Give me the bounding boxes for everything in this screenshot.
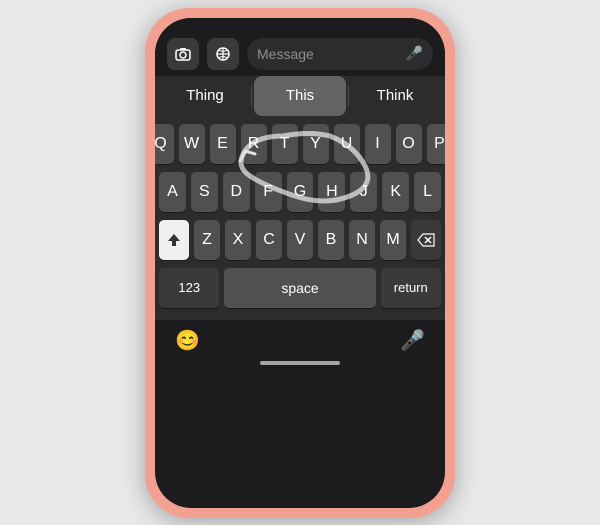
autocomplete-this[interactable]: This	[254, 76, 346, 116]
keyboard-wrapper: Q W E R T Y U I O P A S D F G	[155, 116, 445, 320]
key-d[interactable]: D	[223, 172, 250, 212]
mic-icon-bottom[interactable]: 🎤	[400, 328, 425, 353]
return-key[interactable]: return	[381, 268, 441, 308]
key-o[interactable]: O	[396, 124, 422, 164]
key-k[interactable]: K	[382, 172, 409, 212]
phone-inner: Message 🎤 Thing This Think Q W E R T	[155, 18, 445, 508]
key-g[interactable]: G	[287, 172, 314, 212]
key-p[interactable]: P	[427, 124, 446, 164]
status-bar	[155, 18, 445, 32]
key-x[interactable]: X	[225, 220, 251, 260]
key-y[interactable]: Y	[303, 124, 329, 164]
home-bar	[260, 361, 340, 365]
autocomplete-divider-left	[251, 85, 252, 107]
space-key[interactable]: space	[224, 268, 375, 308]
camera-icon[interactable]	[167, 38, 199, 70]
keyboard-area: Q W E R T Y U I O P A S D F G	[155, 116, 445, 320]
autocomplete-bar: Thing This Think	[155, 76, 445, 116]
top-bar: Message 🎤	[155, 32, 445, 76]
key-f[interactable]: F	[255, 172, 282, 212]
mic-icon-top: 🎤	[406, 45, 423, 62]
key-e[interactable]: E	[210, 124, 236, 164]
message-input-bar[interactable]: Message 🎤	[247, 38, 433, 70]
message-placeholder: Message	[257, 46, 406, 62]
key-j[interactable]: J	[350, 172, 377, 212]
key-b[interactable]: B	[318, 220, 344, 260]
key-s[interactable]: S	[191, 172, 218, 212]
autocomplete-think[interactable]: Think	[349, 76, 441, 116]
key-c[interactable]: C	[256, 220, 282, 260]
keyboard-row-1: Q W E R T Y U I O P	[159, 124, 441, 164]
key-w[interactable]: W	[179, 124, 205, 164]
key-z[interactable]: Z	[194, 220, 220, 260]
key-h[interactable]: H	[318, 172, 345, 212]
key-i[interactable]: I	[365, 124, 391, 164]
home-indicator	[155, 357, 445, 373]
phone-frame: Message 🎤 Thing This Think Q W E R T	[145, 8, 455, 518]
key-v[interactable]: V	[287, 220, 313, 260]
key-a[interactable]: A	[159, 172, 186, 212]
keyboard-row-4: 123 space return	[159, 268, 441, 308]
delete-key[interactable]	[411, 220, 441, 260]
autocomplete-thing[interactable]: Thing	[159, 76, 251, 116]
keyboard-row-2: A S D F G H J K L	[159, 172, 441, 212]
key-n[interactable]: N	[349, 220, 375, 260]
apps-icon[interactable]	[207, 38, 239, 70]
key-r[interactable]: R	[241, 124, 267, 164]
key-m[interactable]: M	[380, 220, 406, 260]
shift-key[interactable]	[159, 220, 189, 260]
numbers-key[interactable]: 123	[159, 268, 219, 308]
bottom-bar: 😊 🎤	[155, 320, 445, 357]
key-l[interactable]: L	[414, 172, 441, 212]
keyboard-row-3: Z X C V B N M	[159, 220, 441, 260]
key-t[interactable]: T	[272, 124, 298, 164]
emoji-icon[interactable]: 😊	[175, 328, 200, 353]
key-q[interactable]: Q	[155, 124, 174, 164]
key-u[interactable]: U	[334, 124, 360, 164]
